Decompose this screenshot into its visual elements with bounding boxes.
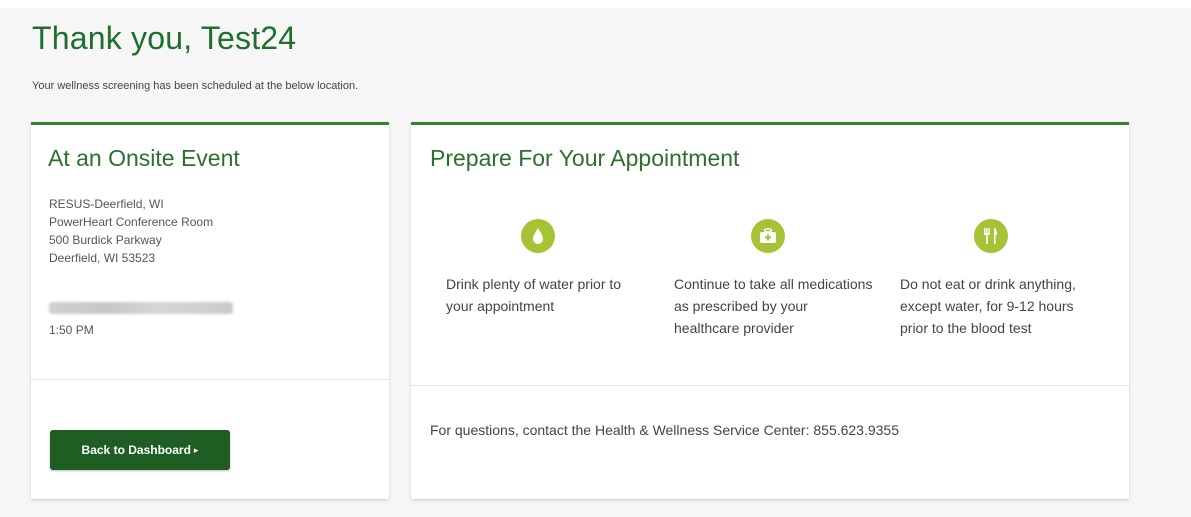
medical-kit-icon	[751, 219, 785, 253]
tip-text-medications: Continue to take all medications as pres…	[674, 276, 873, 336]
prepare-card-divider	[411, 385, 1129, 386]
contact-info: For questions, contact the Health & Well…	[430, 422, 900, 438]
redacted-date	[49, 302, 233, 314]
address-street: 500 Burdick Parkway	[49, 233, 162, 247]
page: Thank you, Test24 Your wellness screenin…	[0, 0, 1191, 517]
back-to-dashboard-button[interactable]: Back to Dashboard ▸	[50, 430, 230, 470]
prepare-card-title: Prepare For Your Appointment	[430, 145, 740, 171]
tip-text-water: Drink plenty of water prior to your appo…	[446, 276, 622, 314]
appointment-time: 1:50 PM	[49, 323, 94, 337]
address-venue: RESUS-Deerfield, WI	[49, 197, 164, 211]
page-subtitle: Your wellness screening has been schedul…	[32, 80, 359, 92]
caret-right-icon: ▸	[193, 444, 199, 455]
prepare-card: Prepare For Your Appointment Drink plent…	[411, 122, 1129, 499]
location-card-divider	[31, 379, 389, 380]
back-to-dashboard-label: Back to Dashboard	[81, 443, 191, 457]
address-city: Deerfield, WI 53523	[49, 251, 156, 265]
location-card-title: At an Onsite Event	[48, 145, 240, 171]
address-room: PowerHeart Conference Room	[49, 215, 214, 229]
utensils-icon	[974, 219, 1008, 253]
water-drop-icon	[521, 219, 555, 253]
top-strip	[0, 0, 1191, 8]
tip-text-fasting: Do not eat or drink anything, except wat…	[900, 276, 1076, 336]
location-card: At an Onsite Event RESUS-Deerfield, WI P…	[31, 122, 389, 499]
address-block: RESUS-Deerfield, WI PowerHeart Conferenc…	[49, 195, 213, 267]
page-title: Thank you, Test24	[32, 20, 297, 56]
